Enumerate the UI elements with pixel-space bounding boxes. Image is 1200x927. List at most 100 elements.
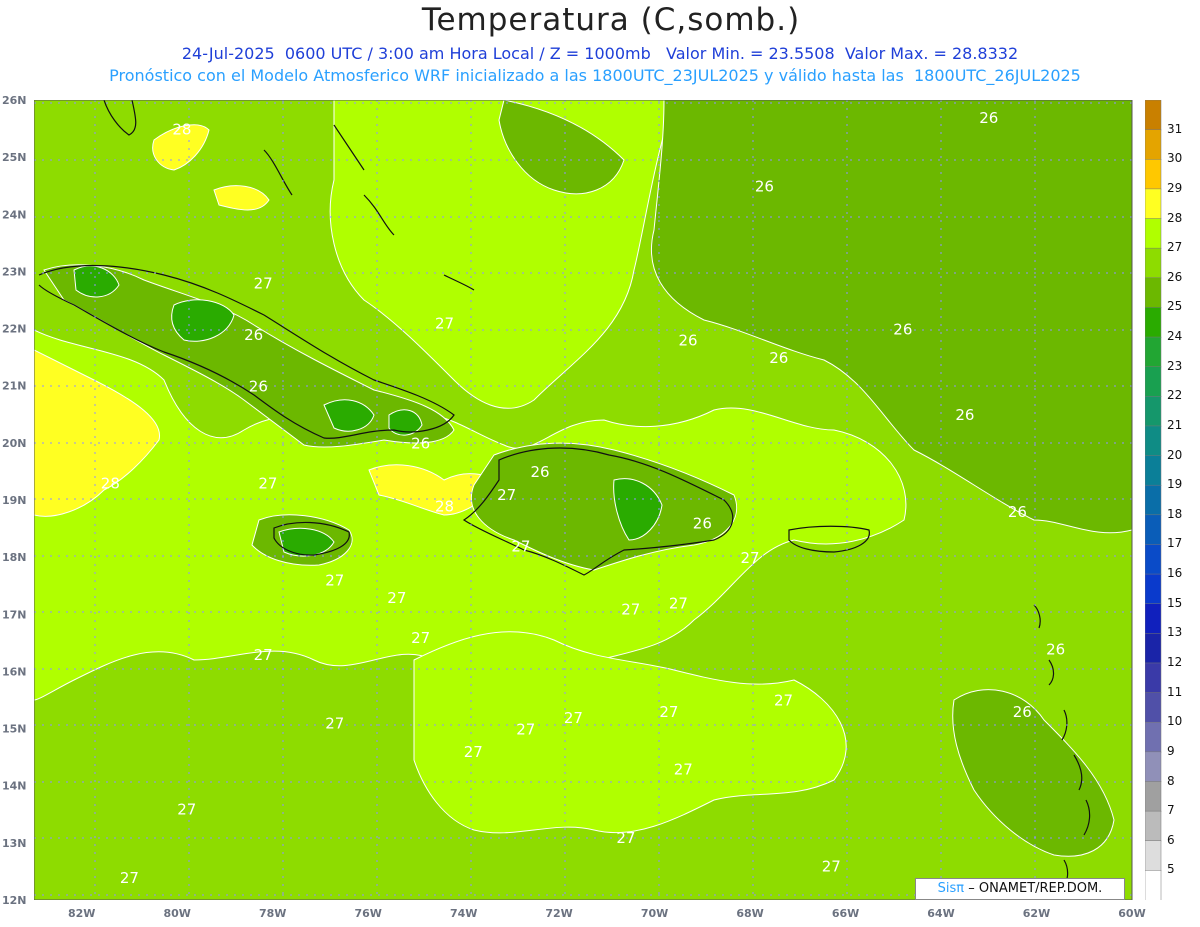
longitude-label: 64W	[927, 907, 954, 920]
contour-label: 26	[955, 406, 974, 424]
colorbar-level-label: 20	[1167, 447, 1183, 462]
latitude-label: 14N	[2, 780, 27, 793]
contour-label: 27	[497, 486, 516, 504]
latitude-label: 24N	[2, 208, 27, 221]
colorbar-level-label: 26	[1167, 269, 1183, 284]
colorbar-swatch	[1145, 573, 1162, 605]
latitude-label: 23N	[2, 265, 27, 278]
colorbar-swatch	[1145, 751, 1162, 783]
colorbar-swatch	[1145, 100, 1162, 131]
colorbar-swatch	[1145, 662, 1162, 694]
colorbar-swatch	[1145, 633, 1162, 664]
max-value: Valor Max. = 28.8332	[844, 44, 1019, 63]
contour-label: 26	[693, 515, 712, 533]
colorbar-level-label: 25	[1167, 299, 1183, 314]
latitude-label: 18N	[2, 551, 27, 564]
colorbar-swatch	[1145, 603, 1162, 635]
colorbar-level-label: 8	[1167, 773, 1175, 788]
longitude-label: 66W	[832, 907, 859, 920]
colorbar-level-label: 30	[1167, 151, 1183, 166]
colorbar-swatch	[1145, 425, 1162, 457]
latitude-label: 17N	[2, 608, 27, 621]
longitude-label: 80W	[163, 907, 190, 920]
longitude-label: 60W	[1118, 907, 1145, 920]
map-title: Temperatura (C,somb.)	[421, 2, 801, 38]
colorbar-swatch	[1145, 159, 1162, 190]
longitude-axis: 82W 80W 78W 76W 74W 72W 70W 68W 66W 64W 62W 60W	[68, 907, 1146, 920]
colorbar-level-label: 12	[1167, 655, 1183, 669]
contour-label: 26	[893, 320, 912, 338]
contour-label: 26	[979, 109, 998, 127]
latitude-label: 25N	[2, 151, 27, 164]
latitude-label: 22N	[2, 323, 27, 336]
latitude-label: 13N	[2, 837, 27, 850]
colorbar-swatch	[1145, 870, 1162, 900]
colorbar-swatch	[1145, 129, 1162, 161]
colorbar-level-label: 28	[1167, 210, 1183, 225]
contour-label: 27	[659, 703, 678, 721]
colorbar-level-label: 23	[1167, 358, 1183, 373]
valid-date: 24-Jul-2025	[181, 44, 275, 63]
latitude-label: 26N	[2, 94, 27, 107]
colorbar-swatch	[1145, 396, 1162, 427]
colorbar-swatch	[1145, 721, 1162, 753]
contour-label: 27	[177, 800, 196, 818]
contour-label: 26	[1008, 503, 1027, 521]
longitude-label: 72W	[545, 907, 572, 920]
colorbar-level-label: 6	[1167, 832, 1175, 847]
colorbar-swatch	[1145, 218, 1162, 249]
latitude-label: 20N	[2, 437, 27, 450]
brand-label: Sisπ	[937, 881, 965, 896]
latitude-label: 21N	[2, 380, 27, 393]
contour-label: 26	[249, 377, 268, 395]
latitude-label: 16N	[2, 665, 27, 678]
colorbar-level-label: 13	[1167, 625, 1183, 640]
colorbar-swatch	[1145, 692, 1162, 723]
colorbar-level-label: 24	[1167, 329, 1183, 343]
subtitle-line-2: Pronóstico con el Modelo Atmosferico WRF…	[109, 66, 1081, 85]
contour-label: 27	[464, 743, 483, 761]
colorbar	[1145, 100, 1162, 900]
contour-label: 26	[531, 463, 550, 481]
colorbar-level-label: 7	[1167, 803, 1175, 818]
contour-label: 27	[741, 549, 760, 567]
temperature-map: 28 27 26 27 26 26 28 27 28 27 26 27 26 27 27 27 27 27 27 27…	[34, 100, 1133, 900]
credit-box: Sisπ – ONAMET/REP.DOM.	[915, 878, 1125, 900]
colorbar-swatch	[1145, 484, 1162, 516]
colorbar-swatch	[1145, 307, 1162, 338]
contour-label: 26	[411, 435, 430, 453]
longitude-label: 76W	[354, 907, 381, 920]
longitude-label: 78W	[259, 907, 286, 920]
colorbar-level-label: 5	[1167, 862, 1175, 877]
contour-label: 27	[616, 829, 635, 847]
contour-label: 27	[120, 869, 139, 887]
contour-label: 27	[516, 720, 535, 738]
contour-label: 26	[1013, 703, 1032, 721]
credit-label: – ONAMET/REP.DOM.	[968, 881, 1103, 896]
colorbar-level-label: 21	[1167, 417, 1183, 432]
colorbar-level-label: 15	[1167, 595, 1183, 610]
contour-label: 27	[254, 275, 273, 293]
colorbar-swatch	[1145, 366, 1162, 398]
min-value: Valor Min. = 23.5508	[666, 44, 835, 63]
colorbar-swatch	[1145, 514, 1162, 546]
longitude-label: 82W	[68, 907, 95, 920]
contour-label: 28	[101, 475, 120, 493]
subtitle-line-1: 24-Jul-2025 0600 UTC / 3:00 am Hora Loca…	[0, 44, 1200, 63]
colorbar-swatch	[1145, 455, 1162, 486]
colorbar-level-label: 19	[1167, 477, 1183, 492]
contour-label: 26	[244, 326, 263, 344]
colorbar-swatch	[1145, 781, 1162, 812]
colorbar-level-label: 22	[1167, 388, 1183, 403]
colorbar-level-label: 17	[1167, 536, 1183, 551]
contour-label: 27	[254, 646, 273, 664]
contour-label: 27	[325, 572, 344, 590]
colorbar-level-label: 11	[1167, 684, 1183, 699]
latitude-axis: 26N 25N 24N 23N 22N 21N 20N 19N 18N 17N 16N 15N 14N 1…	[2, 94, 27, 907]
contour-label: 27	[258, 475, 277, 493]
colorbar-swatch	[1145, 277, 1162, 309]
colorbar-level-label: 31	[1167, 121, 1183, 136]
contour-label: 27	[669, 595, 688, 613]
contour-label: 27	[674, 760, 693, 778]
colorbar-swatch	[1145, 336, 1162, 368]
